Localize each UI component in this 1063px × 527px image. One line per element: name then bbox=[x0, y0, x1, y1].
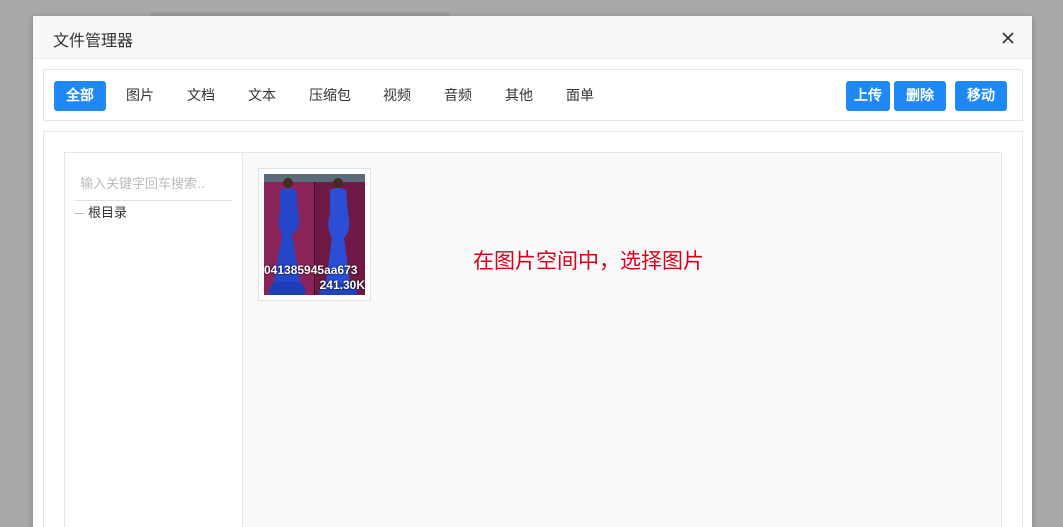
toolbar: 全部 图片 文档 文本 压缩包 视频 音频 其他 面单 上传 删除 移动 bbox=[43, 69, 1023, 121]
image-thumbnail: 041385945aa673 241.30K bbox=[264, 174, 365, 295]
tab-other[interactable]: 其他 bbox=[497, 81, 541, 111]
folder-panel: 根目录 bbox=[65, 153, 243, 527]
tree-line-icon bbox=[75, 213, 84, 214]
tab-archives[interactable]: 压缩包 bbox=[301, 81, 359, 111]
tab-waybill[interactable]: 面单 bbox=[558, 81, 602, 111]
tree-root-folder[interactable]: 根目录 bbox=[75, 204, 127, 224]
file-manager-dialog: 文件管理器 全部 图片 文档 文本 压缩包 视频 音频 其他 面单 上传 删除 … bbox=[33, 16, 1032, 527]
close-icon bbox=[1002, 32, 1014, 44]
tree-root-label: 根目录 bbox=[88, 206, 128, 221]
dialog-header: 文件管理器 bbox=[33, 16, 1032, 59]
tab-documents[interactable]: 文档 bbox=[179, 81, 223, 111]
delete-button[interactable]: 删除 bbox=[894, 81, 946, 111]
file-item[interactable]: 041385945aa673 241.30K bbox=[258, 168, 371, 301]
file-browser: 根目录 bbox=[64, 152, 1002, 527]
close-button[interactable] bbox=[998, 28, 1018, 48]
search-input[interactable] bbox=[75, 169, 232, 201]
file-size: 241.30K bbox=[319, 278, 365, 292]
content-area: 根目录 bbox=[43, 131, 1023, 527]
tab-video[interactable]: 视频 bbox=[375, 81, 419, 111]
move-button[interactable]: 移动 bbox=[955, 81, 1007, 111]
tab-all[interactable]: 全部 bbox=[54, 81, 106, 111]
tab-text[interactable]: 文本 bbox=[240, 81, 284, 111]
tab-images[interactable]: 图片 bbox=[118, 81, 162, 111]
dialog-title: 文件管理器 bbox=[53, 31, 134, 50]
upload-button[interactable]: 上传 bbox=[846, 81, 890, 111]
instruction-annotation: 在图片空间中，选择图片 bbox=[473, 249, 704, 273]
tab-audio[interactable]: 音频 bbox=[436, 81, 480, 111]
file-name: 041385945aa673 bbox=[264, 263, 358, 277]
